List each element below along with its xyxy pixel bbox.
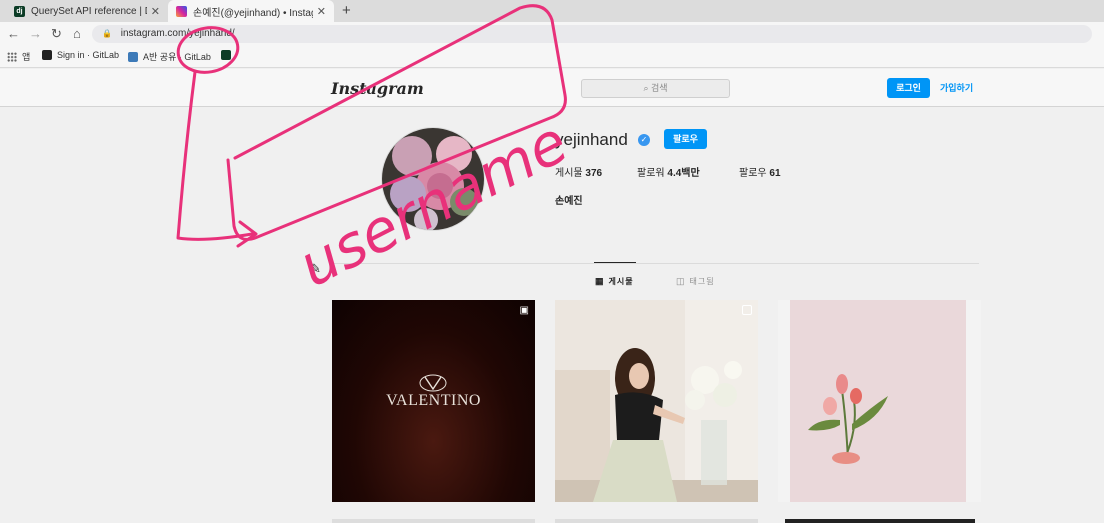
- bookmark-apps[interactable]: 앱: [7, 50, 30, 63]
- bookmark-label: A반 공유 · GitLab: [143, 52, 211, 62]
- valentino-logo-icon: [419, 374, 447, 392]
- stat-value: 376: [585, 168, 603, 179]
- post-valentino[interactable]: ▣ VALENTINO: [332, 300, 535, 502]
- avatar[interactable]: [381, 127, 485, 231]
- search-icon: ⌕: [643, 83, 649, 93]
- posts-count: 게시물 376: [555, 164, 602, 179]
- valentino-wordmark: VALENTINO: [386, 392, 481, 409]
- annotation-pen-cursor-icon: ✎: [310, 261, 321, 276]
- verified-badge-icon: ✓: [638, 134, 650, 146]
- search-placeholder: 검색: [651, 83, 668, 93]
- url-text: instagram.com/yejinhand/: [120, 28, 235, 39]
- stat-label: 게시물: [555, 168, 583, 179]
- bookmarks-bar: 앱 Sign in · GitLab A반 공유 · GitLab: [0, 46, 1104, 68]
- stat-label: 팔로우: [739, 168, 767, 179]
- profile-full-name: 손예진: [555, 196, 583, 207]
- follow-button[interactable]: 팔로우: [664, 129, 707, 149]
- stat-label: 팔로워: [637, 168, 665, 179]
- new-tab-button[interactable]: +: [342, 2, 351, 19]
- instagram-logo[interactable]: Instagram: [331, 79, 424, 98]
- grid-icon: ▦: [595, 276, 605, 286]
- tag-icon: ◫: [676, 276, 686, 286]
- forward-arrow-icon[interactable]: →: [29, 26, 42, 42]
- followers-count[interactable]: 팔로워 4.4백만: [637, 164, 700, 179]
- post-tulip[interactable]: [778, 300, 981, 502]
- instagram-favicon-icon: [176, 5, 187, 17]
- tab-instagram[interactable]: 손예진(@yejinhand) • Instagram ✕: [168, 0, 334, 22]
- browser-tab-bar: dj QuerySet API reference | Django ✕ 손예진…: [0, 0, 1104, 22]
- back-arrow-icon[interactable]: ←: [7, 26, 20, 42]
- post-photo-woman[interactable]: [555, 300, 758, 502]
- stat-value: 61: [769, 168, 781, 179]
- instagram-header: Instagram ⌕ 검색 로그인 가입하기: [0, 69, 1104, 107]
- django-icon: [221, 50, 231, 60]
- post-image: [555, 300, 758, 502]
- post-row-next: [332, 519, 535, 523]
- active-tab-indicator: [594, 262, 636, 263]
- bookmark-icon: [128, 51, 138, 62]
- signup-link[interactable]: 가입하기: [940, 81, 973, 94]
- carousel-icon: [742, 305, 752, 315]
- browser-toolbar: ← → ↻ ⌂ 🔒 instagram.com/yejinhand/: [0, 22, 1104, 46]
- tab-django-queryset[interactable]: dj QuerySet API reference | Django ✕: [6, 0, 168, 22]
- tab-label: 게시물: [608, 277, 634, 286]
- post-row-next: [785, 519, 975, 523]
- home-icon[interactable]: ⌂: [73, 26, 81, 42]
- close-tab-icon[interactable]: ✕: [317, 5, 326, 18]
- post-image: [778, 300, 981, 502]
- tabs-divider: [331, 263, 979, 264]
- bookmark-gitlab-signin[interactable]: Sign in · GitLab: [42, 50, 119, 60]
- bookmark-icon: [42, 50, 52, 60]
- post-row-next: [555, 519, 758, 523]
- bookmark-django[interactable]: [221, 50, 236, 60]
- tab-posts[interactable]: ▦ 게시물: [595, 276, 634, 287]
- bookmark-gitlab-share[interactable]: A반 공유 · GitLab: [128, 50, 211, 63]
- search-input[interactable]: ⌕ 검색: [581, 79, 730, 98]
- close-tab-icon[interactable]: ✕: [151, 5, 160, 18]
- reload-icon[interactable]: ↻: [51, 26, 62, 42]
- stat-value: 4.4백만: [667, 168, 700, 179]
- bookmark-label: Sign in · GitLab: [57, 50, 120, 60]
- login-button[interactable]: 로그인: [887, 78, 930, 98]
- tab-title: QuerySet API reference | Django: [31, 5, 147, 17]
- address-bar[interactable]: 🔒 instagram.com/yejinhand/: [92, 25, 1092, 43]
- tab-title: 손예진(@yejinhand) • Instagram: [193, 7, 313, 19]
- tab-tagged[interactable]: ◫ 태그됨: [676, 276, 715, 287]
- lock-icon: 🔒: [102, 29, 112, 38]
- tab-label: 태그됨: [689, 277, 715, 286]
- profile-username: yejinhand: [555, 130, 628, 149]
- django-favicon-icon: dj: [14, 5, 25, 17]
- bookmark-label: 앱: [22, 52, 31, 62]
- following-count[interactable]: 팔로우 61: [739, 164, 781, 179]
- avatar-flower-image: [382, 128, 484, 230]
- apps-grid-icon: [7, 51, 17, 62]
- reel-icon: ▣: [519, 305, 529, 316]
